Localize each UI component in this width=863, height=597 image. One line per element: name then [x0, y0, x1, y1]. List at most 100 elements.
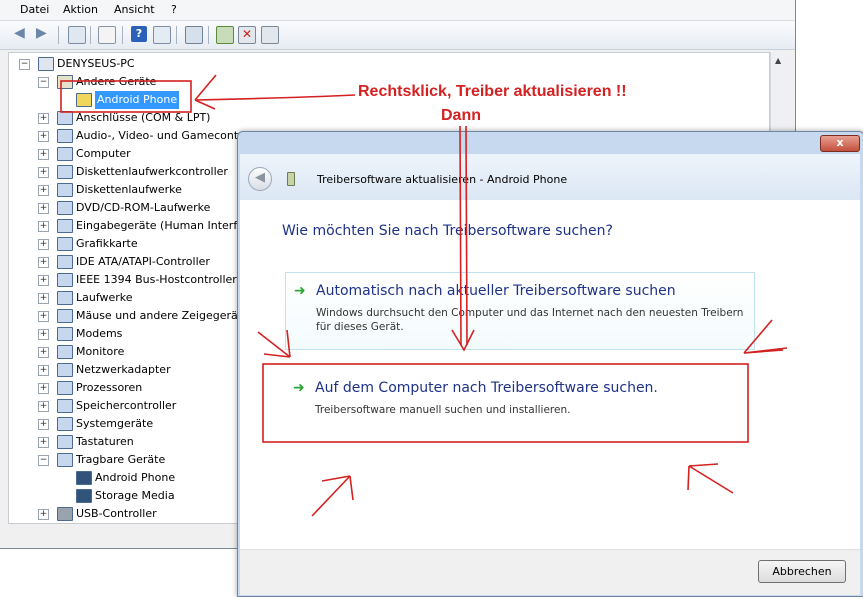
expand-icon[interactable]: +: [38, 203, 49, 214]
expand-icon[interactable]: +: [38, 311, 49, 322]
dialog-header: ◀ Treibersoftware aktualisieren - Androi…: [240, 154, 860, 200]
expand-icon[interactable]: +: [38, 293, 49, 304]
collapse-icon[interactable]: −: [38, 77, 49, 88]
tree-item-label: Systemgeräte: [76, 417, 154, 430]
device-category-icon: [57, 453, 73, 467]
device-category-icon: [57, 309, 73, 323]
device-category-icon: [57, 183, 73, 197]
cancel-button[interactable]: Abbrechen: [758, 560, 846, 583]
tree-item-label: Tragbare Geräte: [76, 453, 166, 466]
tree-item-label: DVD/CD-ROM-Laufwerke: [76, 201, 211, 214]
forward-arrow-icon[interactable]: ▶: [36, 26, 52, 42]
device-category-icon: [57, 381, 73, 395]
device-category-icon: [57, 507, 73, 521]
close-button[interactable]: x: [820, 135, 860, 152]
dialog-footer: Abbrechen: [240, 549, 860, 595]
disable-device-icon[interactable]: [261, 26, 279, 44]
menu-datei[interactable]: Datei: [20, 3, 49, 16]
expand-icon[interactable]: +: [38, 401, 49, 412]
tree-item-label: DENYSEUS-PC: [57, 57, 135, 70]
back-arrow-icon[interactable]: ◀: [14, 26, 30, 42]
menu-help[interactable]: ?: [171, 3, 177, 16]
expand-icon[interactable]: +: [38, 257, 49, 268]
scan-hardware-icon[interactable]: [185, 26, 203, 44]
device-category-icon: [57, 417, 73, 431]
expand-icon[interactable]: +: [38, 347, 49, 358]
toolbar-separator: [208, 26, 209, 44]
tree-item-label: IDE ATA/ATAPI-Controller: [76, 255, 210, 268]
uninstall-icon[interactable]: ✕: [238, 26, 256, 44]
update-driver-icon[interactable]: [216, 26, 234, 44]
option-description: Windows durchsucht den Computer und das …: [316, 307, 744, 319]
tree-item-label: Netzwerkadapter: [76, 363, 171, 376]
tree-item-label: Speichercontroller: [76, 399, 177, 412]
details-icon[interactable]: [153, 26, 171, 44]
option-title: Automatisch nach aktueller Treibersoftwa…: [316, 283, 676, 299]
device-category-icon: [57, 363, 73, 377]
toolbar-separator: [176, 26, 177, 44]
device-category-icon: [57, 201, 73, 215]
expand-icon[interactable]: +: [38, 113, 49, 124]
tree-item-label: Anschlüsse (COM & LPT): [76, 111, 211, 124]
menu-ansicht[interactable]: Ansicht: [114, 3, 155, 16]
green-arrow-icon: ➜: [294, 283, 306, 299]
dialog-title: Treibersoftware aktualisieren - Android …: [317, 173, 568, 186]
device-category-icon: [76, 489, 92, 503]
menu-aktion[interactable]: Aktion: [63, 3, 98, 16]
device-icon: [287, 172, 295, 186]
expand-icon[interactable]: +: [38, 437, 49, 448]
expand-icon[interactable]: +: [38, 185, 49, 196]
back-button[interactable]: ◀: [248, 167, 272, 191]
expand-icon[interactable]: +: [38, 221, 49, 232]
tree-item-label: Grafikkarte: [76, 237, 138, 250]
expand-icon[interactable]: +: [38, 149, 49, 160]
device-category-icon: [57, 129, 73, 143]
device-category-icon: [57, 435, 73, 449]
expand-icon[interactable]: +: [38, 365, 49, 376]
device-category-icon: [57, 399, 73, 413]
toolbar-separator: [122, 26, 123, 44]
tree-item-label: Computer: [76, 147, 131, 160]
toolbar-separator: [90, 26, 91, 44]
toolbar: ◀ ▶ ? ✕: [0, 21, 795, 50]
tree-root-computer[interactable]: − DENYSEUS-PC: [9, 55, 749, 73]
device-category-icon: [57, 111, 73, 125]
tree-item-label: Android Phone: [95, 91, 180, 109]
tree-item-label: Prozessoren: [76, 381, 143, 394]
expand-icon[interactable]: +: [38, 239, 49, 250]
toolbar-separator: [58, 26, 59, 44]
expand-icon[interactable]: +: [38, 131, 49, 142]
tree-item-label: Android Phone: [95, 471, 176, 484]
tree-view-icon[interactable]: [68, 26, 86, 44]
properties-icon[interactable]: [98, 26, 116, 44]
dialog-body: Wie möchten Sie nach Treibersoftware suc…: [240, 200, 860, 549]
tree-item-label: Mäuse und andere Zeigegeräte: [76, 309, 249, 322]
option-search-automatically[interactable]: ➜ Automatisch nach aktueller Treibersoft…: [285, 272, 755, 350]
expand-icon[interactable]: +: [38, 275, 49, 286]
device-category-icon: [57, 273, 73, 287]
tree-category[interactable]: + Anschlüsse (COM & LPT): [9, 109, 749, 127]
device-category-icon: [38, 57, 54, 71]
expand-icon[interactable]: +: [38, 329, 49, 340]
annotation-instruction: Rechtsklick, Treiber aktualisieren !!: [358, 83, 627, 100]
device-category-icon: [57, 219, 73, 233]
expand-icon[interactable]: +: [38, 167, 49, 178]
collapse-icon[interactable]: −: [38, 455, 49, 466]
option-description: für dieses Gerät.: [316, 321, 404, 333]
tree-item-label: Monitore: [76, 345, 125, 358]
tree-item-label: Modems: [76, 327, 123, 340]
expand-icon[interactable]: +: [38, 509, 49, 520]
tree-item-label: Diskettenlaufwerke: [76, 183, 182, 196]
help-icon[interactable]: ?: [131, 26, 147, 42]
expand-icon[interactable]: +: [38, 419, 49, 430]
scroll-up-icon[interactable]: ▲: [775, 56, 781, 65]
tree-item-label: Tastaturen: [76, 435, 134, 448]
green-arrow-icon: ➜: [293, 380, 305, 396]
collapse-icon[interactable]: −: [19, 59, 30, 70]
option-browse-computer[interactable]: ➜ Auf dem Computer nach Treibersoftware …: [285, 364, 753, 440]
device-category-icon: [76, 93, 92, 107]
expand-icon[interactable]: +: [38, 383, 49, 394]
device-category-icon: [57, 345, 73, 359]
device-category-icon: [57, 291, 73, 305]
annotation-then: Dann: [441, 107, 481, 124]
